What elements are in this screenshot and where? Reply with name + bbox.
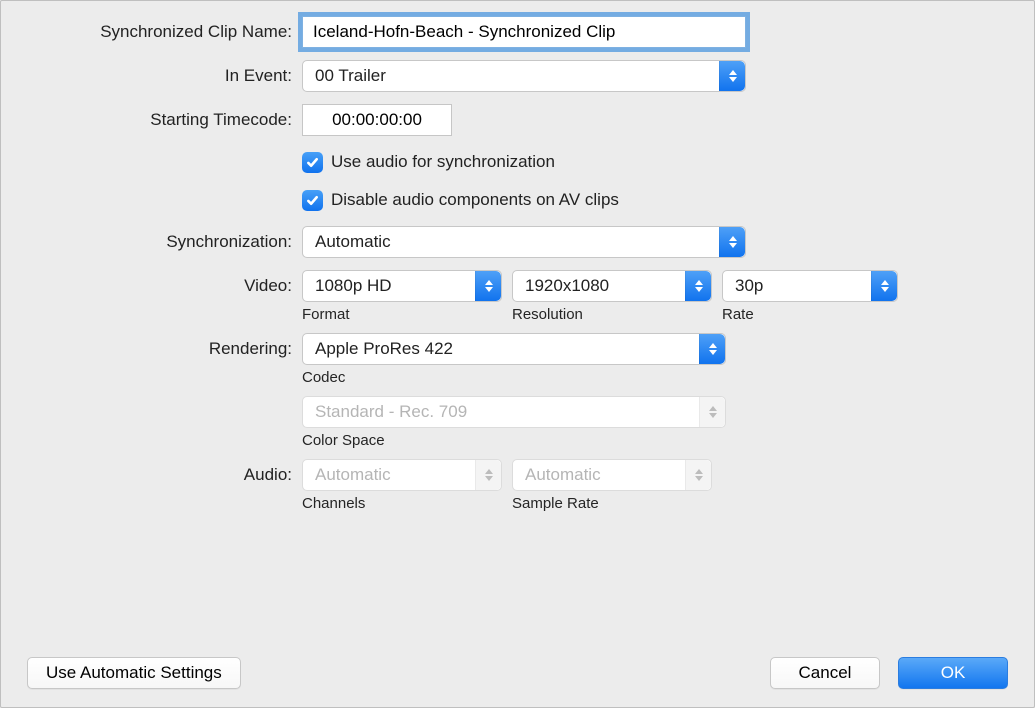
color-space-value: Standard - Rec. 709 [303,402,699,422]
clip-name-input[interactable] [302,16,746,48]
use-audio-sync-checkbox-row: Use audio for synchronization [302,148,555,176]
sublabel-format: Format [302,306,502,323]
video-rate-value: 30p [723,276,871,296]
use-automatic-settings-button[interactable]: Use Automatic Settings [27,657,241,689]
synchronization-value: Automatic [303,232,719,252]
sublabel-sample-rate: Sample Rate [512,495,712,512]
video-rate-popup[interactable]: 30p [722,270,898,302]
button-bar: Use Automatic Settings Cancel OK [27,657,1008,689]
use-audio-sync-checkbox[interactable] [302,152,323,173]
dropdown-arrow-icon [719,227,745,257]
dropdown-arrow-icon [719,61,745,91]
audio-sample-rate-popup[interactable]: Automatic [512,459,712,491]
sublabel-rate: Rate [722,306,898,323]
video-resolution-popup[interactable]: 1920x1080 [512,270,712,302]
audio-channels-value: Automatic [303,465,475,485]
label-starting-timecode: Starting Timecode: [27,104,302,130]
sublabel-resolution: Resolution [512,306,712,323]
video-format-value: 1080p HD [303,276,475,296]
ok-button[interactable]: OK [898,657,1008,689]
color-space-popup[interactable]: Standard - Rec. 709 [302,396,726,428]
dropdown-arrow-icon [699,334,725,364]
in-event-popup[interactable]: 00 Trailer [302,60,746,92]
label-synchronization: Synchronization: [27,226,302,252]
checkmark-icon [306,156,319,169]
synchronization-popup[interactable]: Automatic [302,226,746,258]
label-video: Video: [27,270,302,296]
dropdown-arrow-icon [475,271,501,301]
video-resolution-value: 1920x1080 [513,276,685,296]
disable-audio-components-label: Disable audio components on AV clips [331,190,619,210]
rendering-codec-popup[interactable]: Apple ProRes 422 [302,333,726,365]
audio-sample-rate-value: Automatic [513,465,685,485]
dropdown-arrow-icon [699,397,725,427]
form-body: Synchronized Clip Name: In Event: 00 Tra… [27,16,1008,522]
label-clip-name: Synchronized Clip Name: [27,16,302,42]
use-audio-sync-label: Use audio for synchronization [331,152,555,172]
dropdown-arrow-icon [475,460,501,490]
sublabel-channels: Channels [302,495,502,512]
label-rendering: Rendering: [27,333,302,359]
in-event-value: 00 Trailer [303,66,719,86]
video-format-popup[interactable]: 1080p HD [302,270,502,302]
label-in-event: In Event: [27,60,302,86]
disable-audio-components-checkbox-row: Disable audio components on AV clips [302,186,619,214]
audio-channels-popup[interactable]: Automatic [302,459,502,491]
dropdown-arrow-icon [871,271,897,301]
sync-clip-dialog: Synchronized Clip Name: In Event: 00 Tra… [0,0,1035,708]
checkmark-icon [306,194,319,207]
starting-timecode-input[interactable] [302,104,452,136]
rendering-codec-value: Apple ProRes 422 [303,339,699,359]
dropdown-arrow-icon [685,271,711,301]
label-audio: Audio: [27,459,302,485]
sublabel-color-space: Color Space [302,432,726,449]
cancel-button[interactable]: Cancel [770,657,880,689]
sublabel-codec: Codec [302,369,726,386]
dropdown-arrow-icon [685,460,711,490]
disable-audio-components-checkbox[interactable] [302,190,323,211]
